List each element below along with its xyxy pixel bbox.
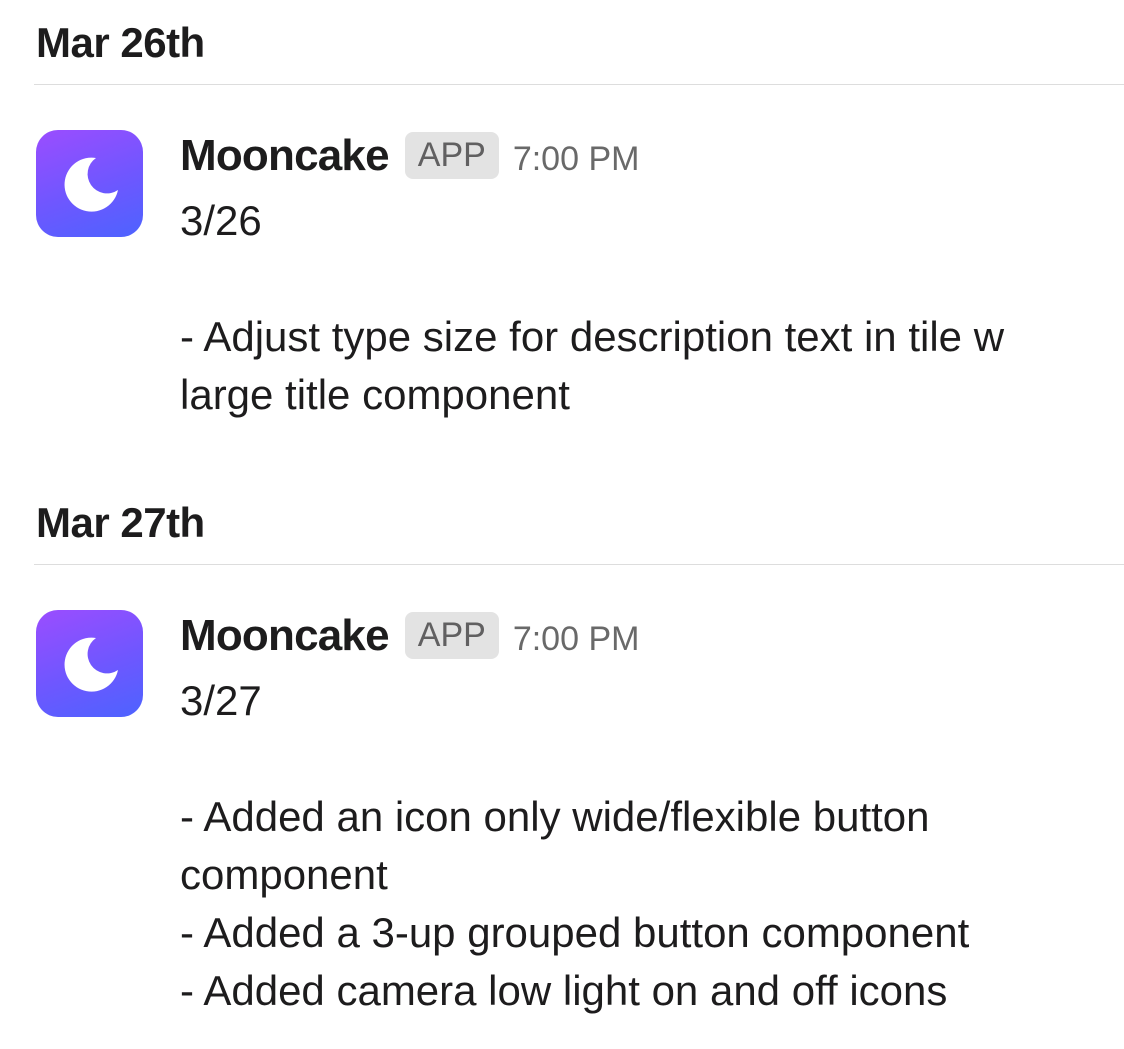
date-divider — [34, 84, 1124, 85]
timestamp[interactable]: 7:00 PM — [513, 622, 640, 656]
app-badge: APP — [404, 132, 499, 179]
message-header: Mooncake APP 7:00 PM — [180, 612, 639, 659]
message-line: - Added camera low light on and off icon… — [180, 967, 948, 1014]
message-line-blank — [180, 250, 1100, 308]
message-body: 3/27 - Added an icon only wide/flexible … — [180, 672, 1100, 1020]
message-body: 3/26 - Adjust type size for description … — [180, 192, 1100, 424]
sender-name[interactable]: Mooncake — [180, 133, 390, 178]
crescent-moon-icon — [64, 157, 118, 212]
sender-name[interactable]: Mooncake — [180, 613, 390, 658]
crescent-moon-icon — [64, 637, 118, 692]
date-header[interactable]: Mar 27th — [36, 502, 205, 544]
date-header[interactable]: Mar 26th — [36, 22, 205, 64]
message-line: 3/26 — [180, 197, 262, 244]
avatar[interactable] — [36, 610, 143, 717]
message-line: - Adjust type size for description text … — [180, 313, 1005, 418]
app-badge: APP — [404, 612, 499, 659]
message-line: 3/27 — [180, 677, 262, 724]
message-line-blank — [180, 730, 1100, 788]
message-line: - Added an icon only wide/flexible butto… — [180, 793, 930, 898]
date-divider — [34, 564, 1124, 565]
message-line: - Added a 3-up grouped button component — [180, 909, 970, 956]
avatar[interactable] — [36, 130, 143, 237]
message-header: Mooncake APP 7:00 PM — [180, 132, 639, 179]
timestamp[interactable]: 7:00 PM — [513, 142, 640, 176]
